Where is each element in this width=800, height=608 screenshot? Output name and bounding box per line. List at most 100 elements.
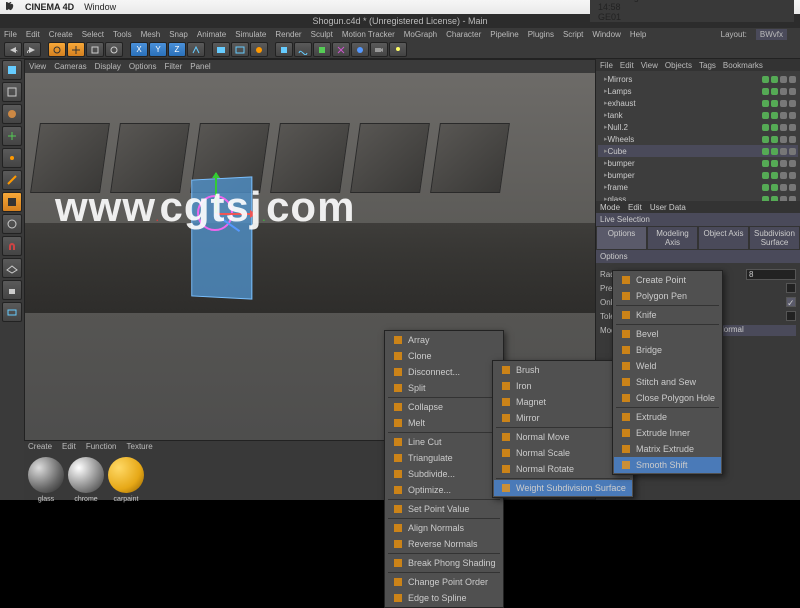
menuitem-stitch-and-sew[interactable]: Stitch and Sew [614, 374, 721, 390]
tab-modeling-axis[interactable]: Modeling Axis [647, 226, 698, 250]
axis-mode-button[interactable] [2, 126, 22, 146]
menu-pipeline[interactable]: Pipeline [490, 30, 518, 39]
mat-create[interactable]: Create [28, 441, 52, 453]
mat-edit[interactable]: Edit [62, 441, 76, 453]
object-row-bumper[interactable]: ▸ bumper [598, 169, 798, 181]
render-settings-button[interactable] [250, 42, 268, 57]
object-manager[interactable]: ▸ Mirrors▸ Lamps▸ exhaust▸ tank▸ Null.2▸… [596, 71, 800, 201]
coord-button[interactable] [187, 42, 205, 57]
menu-script[interactable]: Script [563, 30, 583, 39]
render-button[interactable] [212, 42, 230, 57]
menu-create[interactable]: Create [49, 30, 73, 39]
menu-help[interactable]: Help [630, 30, 646, 39]
object-manager-menu[interactable]: File Edit View Objects Tags Bookmarks [596, 59, 800, 71]
attr-userdata[interactable]: User Data [650, 203, 686, 212]
om-edit[interactable]: Edit [620, 61, 634, 70]
menuitem-split[interactable]: Split [386, 380, 502, 396]
object-row-wheels[interactable]: ▸ Wheels [598, 133, 798, 145]
menuitem-set-point-value[interactable]: Set Point Value [386, 501, 502, 517]
prim-spline-button[interactable] [294, 42, 312, 57]
model-mode-button[interactable] [2, 82, 22, 102]
menu-file[interactable]: File [4, 30, 17, 39]
mat-texture[interactable]: Texture [127, 441, 153, 453]
menuitem-create-point[interactable]: Create Point [614, 272, 721, 288]
radius-input[interactable]: 8 [746, 269, 796, 280]
point-mode-button[interactable] [2, 148, 22, 168]
menu-mograph[interactable]: MoGraph [404, 30, 437, 39]
rotate-button[interactable] [105, 42, 123, 57]
menuitem-extrude[interactable]: Extrude [614, 409, 721, 425]
ovis-checkbox[interactable]: ✓ [786, 297, 796, 307]
planar-workplane-button[interactable] [2, 302, 22, 322]
scale-button[interactable] [86, 42, 104, 57]
material-glass[interactable]: glass [28, 457, 64, 493]
select-button[interactable] [48, 42, 66, 57]
menuitem-polygon-pen[interactable]: Polygon Pen [614, 288, 721, 304]
menuitem-align-normals[interactable]: Align Normals [386, 520, 502, 536]
object-row-bumper[interactable]: ▸ bumper [598, 157, 798, 169]
menu-tools[interactable]: Tools [113, 30, 132, 39]
menuitem-clone[interactable]: Clone [386, 348, 502, 364]
texture-mode-button[interactable] [2, 104, 22, 124]
menu-edit[interactable]: Edit [26, 30, 40, 39]
axis-z-button[interactable]: Z [168, 42, 186, 57]
tol-checkbox[interactable] [786, 311, 796, 321]
mat-function[interactable]: Function [86, 441, 117, 453]
object-row-exhaust[interactable]: ▸ exhaust [598, 97, 798, 109]
gizmo-y-axis[interactable] [215, 173, 217, 213]
vmenu-cameras[interactable]: Cameras [54, 62, 86, 71]
menuitem-weld[interactable]: Weld [614, 358, 721, 374]
menu-sculpt[interactable]: Sculpt [311, 30, 333, 39]
menuitem-triangulate[interactable]: Triangulate [386, 450, 502, 466]
menuitem-smooth-shift[interactable]: Smooth Shift [614, 457, 721, 473]
environment-button[interactable] [351, 42, 369, 57]
menu-animate[interactable]: Animate [197, 30, 226, 39]
attr-mode[interactable]: Mode [600, 203, 620, 212]
om-objects[interactable]: Objects [665, 61, 692, 70]
om-bookmarks[interactable]: Bookmarks [723, 61, 763, 70]
menu-plugins[interactable]: Plugins [528, 30, 554, 39]
menuitem-array[interactable]: Array [386, 332, 502, 348]
material-chrome[interactable]: chrome [68, 457, 104, 493]
menuitem-extrude-inner[interactable]: Extrude Inner [614, 425, 721, 441]
menuitem-melt[interactable]: Melt [386, 415, 502, 431]
menu-simulate[interactable]: Simulate [235, 30, 266, 39]
object-row-cube[interactable]: ▸ Cube [598, 145, 798, 157]
deformer-button[interactable] [332, 42, 350, 57]
menu-window[interactable]: Window [84, 2, 116, 12]
vmenu-panel[interactable]: Panel [190, 62, 210, 71]
object-row-glass[interactable]: ▸ glass [598, 193, 798, 201]
tweak-mode-button[interactable] [2, 214, 22, 234]
snap-button[interactable] [2, 236, 22, 256]
axis-y-button[interactable]: Y [149, 42, 167, 57]
om-view[interactable]: View [641, 61, 658, 70]
menuitem-collapse[interactable]: Collapse [386, 399, 502, 415]
attr-edit[interactable]: Edit [628, 203, 642, 212]
tab-object-axis[interactable]: Object Axis [698, 226, 749, 250]
menuitem-change-point-order[interactable]: Change Point Order [386, 574, 502, 590]
object-row-null.2[interactable]: ▸ Null.2 [598, 121, 798, 133]
app-name[interactable]: CINEMA 4D [25, 2, 74, 12]
mode-select[interactable]: Normal [716, 325, 796, 336]
menu-snap[interactable]: Snap [169, 30, 188, 39]
vmenu-options[interactable]: Options [129, 62, 157, 71]
apple-icon[interactable] [6, 2, 15, 13]
redo-button[interactable] [23, 42, 41, 57]
tab-subdiv[interactable]: Subdivision Surface [749, 226, 800, 250]
menu-window[interactable]: Window [592, 30, 620, 39]
object-row-lamps[interactable]: ▸ Lamps [598, 85, 798, 97]
generator-button[interactable] [313, 42, 331, 57]
tab-options[interactable]: Options [596, 226, 647, 250]
layout-dropdown[interactable]: BWvfx [756, 29, 787, 40]
polygon-mode-button[interactable] [2, 192, 22, 212]
menuitem-optimize-[interactable]: Optimize... [386, 482, 502, 498]
menu-select[interactable]: Select [82, 30, 104, 39]
move-button[interactable] [67, 42, 85, 57]
menuitem-edge-to-spline[interactable]: Edge to Spline [386, 590, 502, 606]
menuitem-subdivide-[interactable]: Subdivide... [386, 466, 502, 482]
context-menu-mesh[interactable]: ArrayCloneDisconnect...Split CollapseMelt… [384, 330, 504, 608]
material-carpaint[interactable]: carpaint [108, 457, 144, 493]
menuitem-close-polygon-hole[interactable]: Close Polygon Hole [614, 390, 721, 406]
menu-motiontracker[interactable]: Motion Tracker [342, 30, 395, 39]
menuitem-disconnect-[interactable]: Disconnect... [386, 364, 502, 380]
